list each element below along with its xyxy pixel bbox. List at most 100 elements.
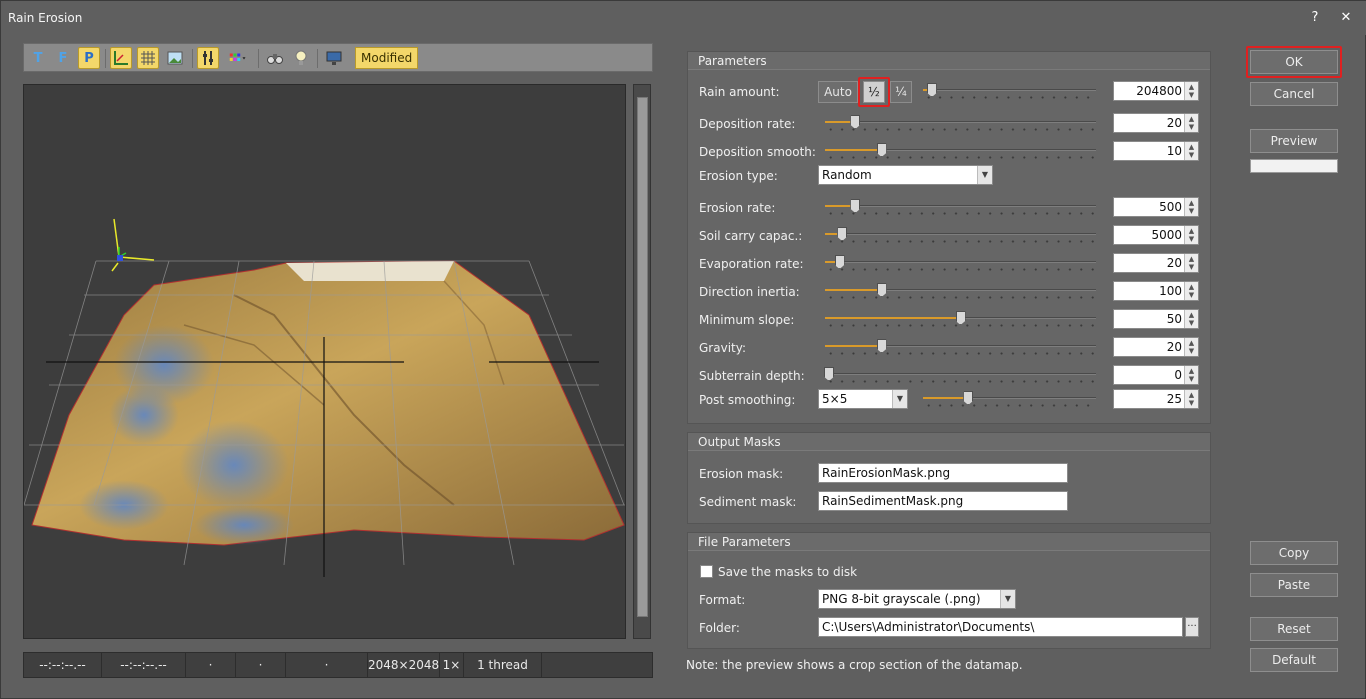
file-parameters-group: File Parameters Save the masks to disk F…: [687, 532, 1211, 649]
format-label: Format:: [699, 593, 746, 607]
slider-thumb[interactable]: [926, 83, 937, 97]
help-button[interactable]: ?: [1307, 10, 1323, 25]
status-time-2: --:--:--.--: [102, 653, 186, 677]
default-button[interactable]: Default: [1250, 648, 1338, 672]
lighting-toggle-button[interactable]: [197, 47, 219, 69]
minimum-slope-field[interactable]: 50 ▲ ▼: [1113, 309, 1199, 329]
camera-button[interactable]: [264, 47, 286, 69]
evaporation-rate-label: Evaporation rate:: [699, 257, 804, 271]
subterrain-depth-field[interactable]: 0 ▲ ▼: [1113, 365, 1199, 385]
sediment-mask-field[interactable]: RainSedimentMask.png: [818, 491, 1068, 511]
subterrain-depth-slider[interactable]: [824, 367, 1096, 387]
chevron-down-icon: ▼: [977, 166, 992, 184]
close-button[interactable]: ✕: [1338, 10, 1354, 25]
scrollbar-thumb[interactable]: [637, 97, 648, 617]
slider-thumb[interactable]: [963, 391, 974, 405]
post-smoothing-field[interactable]: 25 ▲ ▼: [1113, 389, 1199, 409]
post-smoothing-slider[interactable]: [923, 391, 1096, 411]
modified-badge[interactable]: Modified: [355, 47, 419, 69]
gravity-slider[interactable]: [825, 339, 1096, 359]
perspective-view-button[interactable]: P: [78, 47, 100, 69]
preview-viewport[interactable]: [23, 84, 626, 639]
display-settings-button[interactable]: [323, 47, 345, 69]
spin-arrows-icon[interactable]: ▲ ▼: [1184, 310, 1198, 328]
erosion-rate-label: Erosion rate:: [699, 201, 776, 215]
direction-inertia-label: Direction inertia:: [699, 285, 800, 299]
gravity-field[interactable]: 20 ▲ ▼: [1113, 337, 1199, 357]
deposition-rate-slider[interactable]: [825, 115, 1096, 135]
window-title: Rain Erosion: [8, 11, 83, 25]
preview-note: Note: the preview shows a crop section o…: [686, 658, 1023, 672]
slider-thumb[interactable]: [876, 143, 887, 157]
slider-thumb[interactable]: [876, 283, 887, 297]
deposition-rate-field[interactable]: 20 ▲ ▼: [1113, 113, 1199, 133]
spin-arrows-icon[interactable]: ▲ ▼: [1184, 142, 1198, 160]
erosion-type-label: Erosion type:: [699, 169, 778, 183]
direction-inertia-field[interactable]: 100 ▲ ▼: [1113, 281, 1199, 301]
slider-thumb[interactable]: [837, 227, 848, 241]
slider-thumb[interactable]: [955, 311, 966, 325]
slider-thumb[interactable]: [824, 367, 834, 381]
axes-toggle-button[interactable]: [110, 47, 132, 69]
highlight-half: [858, 77, 890, 107]
soil-carry-capac-slider[interactable]: [825, 227, 1096, 247]
cancel-button[interactable]: Cancel: [1250, 82, 1338, 106]
spin-arrows-icon[interactable]: ▲ ▼: [1184, 254, 1198, 272]
soil-carry-capac-field[interactable]: 5000 ▲ ▼: [1113, 225, 1199, 245]
spin-arrows-icon[interactable]: ▲ ▼: [1184, 226, 1198, 244]
rain-erosion-dialog: Rain Erosion ? ✕ T F P Modified --:--:--…: [0, 0, 1366, 699]
slider-thumb[interactable]: [850, 199, 861, 213]
sediment-mask-label: Sediment mask:: [699, 495, 797, 509]
viewport-scrollbar[interactable]: [633, 84, 651, 639]
rain-quarter-button[interactable]: ¼: [890, 81, 912, 103]
spin-arrows-icon[interactable]: ▲ ▼: [1184, 114, 1198, 132]
rain-amount-slider[interactable]: [923, 83, 1096, 103]
status-dot-3: ·: [286, 653, 368, 677]
spin-arrows-icon[interactable]: ▲ ▼: [1184, 282, 1198, 300]
erosion-mask-field[interactable]: RainErosionMask.png: [818, 463, 1068, 483]
spin-arrows-icon[interactable]: ▲ ▼: [1184, 82, 1198, 100]
preview-button[interactable]: Preview: [1250, 129, 1338, 153]
palette-dropdown-button[interactable]: [224, 47, 252, 69]
erosion-type-select[interactable]: Random ▼: [818, 165, 993, 185]
spin-arrows-icon[interactable]: ▲ ▼: [1184, 366, 1198, 384]
spin-arrows-icon[interactable]: ▲ ▼: [1184, 338, 1198, 356]
copy-button[interactable]: Copy: [1250, 541, 1338, 565]
binoculars-icon: [267, 54, 283, 64]
top-view-button[interactable]: T: [27, 47, 49, 69]
rain-amount-field[interactable]: 204800 ▲ ▼: [1113, 81, 1199, 101]
erosion-rate-slider[interactable]: [825, 199, 1096, 219]
format-select[interactable]: PNG 8-bit grayscale (.png) ▼: [818, 589, 1016, 609]
reset-button[interactable]: Reset: [1250, 617, 1338, 641]
chevron-down-icon: ▼: [1000, 590, 1015, 608]
post-smoothing-label: Post smoothing:: [699, 393, 796, 407]
deposition-smooth-slider[interactable]: [825, 143, 1096, 163]
output-masks-group: Output Masks Erosion mask: RainErosionMa…: [687, 432, 1211, 524]
post-smoothing-select[interactable]: 5×5 ▼: [818, 389, 908, 409]
grid-toggle-button[interactable]: [137, 47, 159, 69]
save-masks-checkbox[interactable]: [700, 565, 713, 578]
rain-auto-button[interactable]: Auto: [818, 81, 858, 103]
paste-button[interactable]: Paste: [1250, 573, 1338, 597]
spin-arrows-icon[interactable]: ▲ ▼: [1184, 198, 1198, 216]
status-dot-2: ·: [236, 653, 286, 677]
deposition-smooth-field[interactable]: 10 ▲ ▼: [1113, 141, 1199, 161]
minimum-slope-slider[interactable]: [825, 311, 1096, 331]
front-view-button[interactable]: F: [52, 47, 74, 69]
monitor-icon: [326, 51, 342, 65]
browse-folder-button[interactable]: ···: [1185, 617, 1199, 637]
folder-field[interactable]: C:\Users\Administrator\Documents\: [818, 617, 1183, 637]
status-threads: 1 thread: [464, 653, 542, 677]
light-button[interactable]: [290, 47, 312, 69]
parameters-group: Parameters Rain amount: Auto ½ ¼ 204800 …: [687, 51, 1211, 424]
spin-arrows-icon[interactable]: ▲ ▼: [1184, 390, 1198, 408]
erosion-rate-field[interactable]: 500 ▲ ▼: [1113, 197, 1199, 217]
slider-thumb[interactable]: [876, 339, 887, 353]
status-resolution: 2048×2048: [368, 653, 440, 677]
evaporation-rate-field[interactable]: 20 ▲ ▼: [1113, 253, 1199, 273]
texture-toggle-button[interactable]: [164, 47, 186, 69]
slider-thumb[interactable]: [834, 255, 845, 269]
slider-thumb[interactable]: [850, 115, 861, 129]
direction-inertia-slider[interactable]: [825, 283, 1096, 303]
evaporation-rate-slider[interactable]: [825, 255, 1096, 275]
